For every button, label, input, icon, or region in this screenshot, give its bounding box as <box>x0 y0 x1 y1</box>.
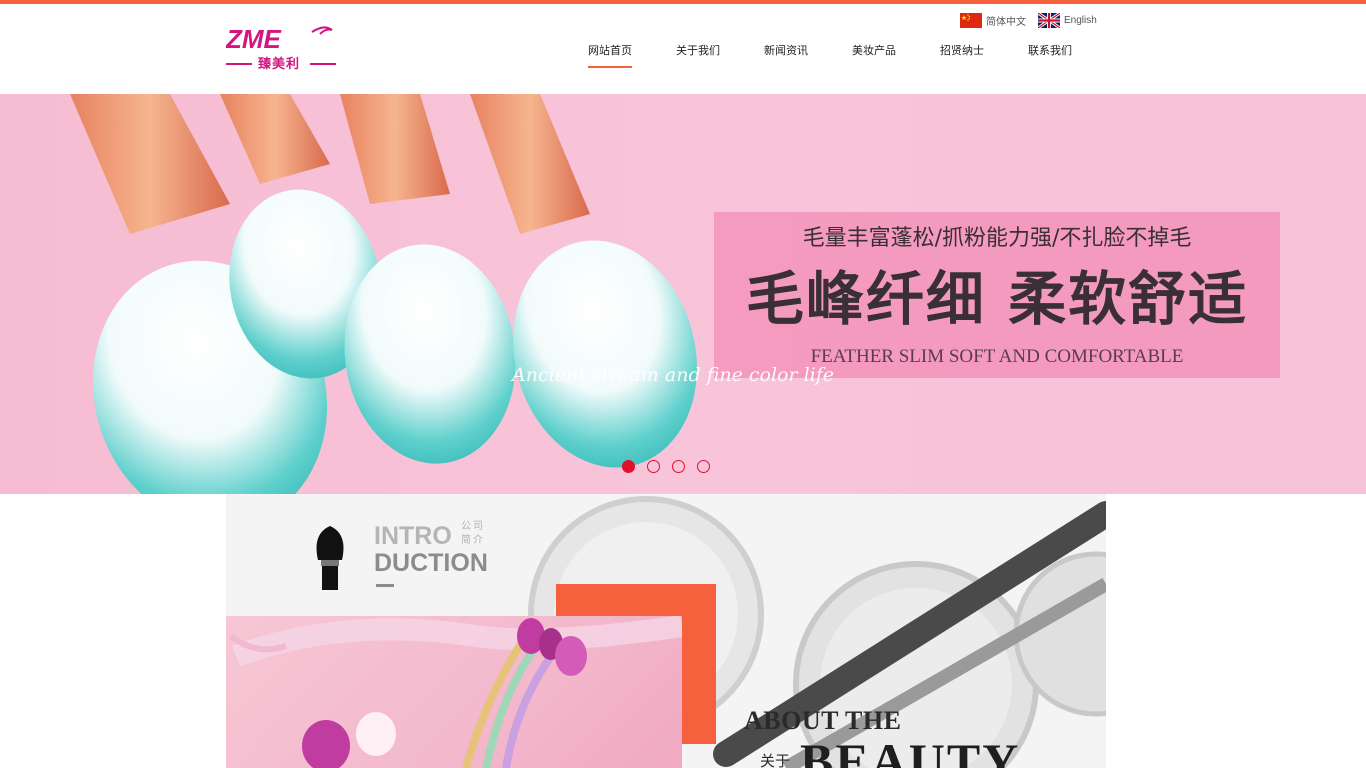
intro-section: INTRO DUCTION 公司简介 ABOUT THE 关于 BEAUTY <box>226 494 1106 768</box>
brush-icon <box>316 526 344 590</box>
logo-divider <box>226 63 252 65</box>
lang-english[interactable]: English <box>1038 13 1097 28</box>
nav-item-news[interactable]: 新闻资讯 <box>742 42 830 70</box>
nav-item-products[interactable]: 美妆产品 <box>830 42 918 70</box>
lang-chinese[interactable]: 简体中文 <box>960 13 1026 28</box>
nav-item-home[interactable]: 网站首页 <box>566 42 654 70</box>
hero-subtitle: 毛量丰富蓬松/抓粉能力强/不扎脸不掉毛 <box>802 226 1192 251</box>
hero-script-text: Ancient stream and fine color life <box>512 364 835 386</box>
nav-item-careers[interactable]: 招贤纳士 <box>918 42 1006 70</box>
intro-title-line1: INTRO <box>374 522 452 550</box>
lang-chinese-label: 简体中文 <box>986 17 1026 28</box>
intro-title-cn: 公司简介 <box>461 521 485 546</box>
slider-dot-4[interactable] <box>697 460 710 473</box>
logo-name: 臻美利 <box>258 57 301 72</box>
logo-divider <box>310 63 336 65</box>
slider-dots <box>622 460 710 473</box>
intro-photo <box>226 616 682 768</box>
site-header: ZME 臻美利 简体中文 English 网站首页 关于我们 新闻资讯 美妆产品… <box>0 4 1366 94</box>
lang-english-label: English <box>1064 15 1097 26</box>
nav-item-contact[interactable]: 联系我们 <box>1006 42 1094 70</box>
hero-title: 毛峰纤细 柔软舒适 <box>745 265 1249 333</box>
china-flag-icon <box>960 13 982 28</box>
hero-banner: 毛量丰富蓬松/抓粉能力强/不扎脸不掉毛 毛峰纤细 柔软舒适 FEATHER SL… <box>0 94 1366 494</box>
hero-caption: 毛量丰富蓬松/抓粉能力强/不扎脸不掉毛 毛峰纤细 柔软舒适 FEATHER SL… <box>714 212 1280 378</box>
intro-title-line2: DUCTION <box>374 549 488 577</box>
makeup-brushes-image <box>70 94 697 494</box>
main-nav: 网站首页 关于我们 新闻资讯 美妆产品 招贤纳士 联系我们 <box>566 42 1094 70</box>
nav-item-about[interactable]: 关于我们 <box>654 42 742 70</box>
slider-dot-1[interactable] <box>622 460 635 473</box>
uk-flag-icon <box>1038 13 1060 28</box>
intro-dash <box>376 584 394 587</box>
slider-dot-3[interactable] <box>672 460 685 473</box>
logo[interactable]: ZME 臻美利 <box>226 24 336 74</box>
about-big-text: BEAUTY <box>800 733 1021 768</box>
logo-mark-icon: ZME <box>226 24 333 52</box>
logo-letters: ZME <box>226 24 282 52</box>
about-cn: 关于 <box>760 752 791 768</box>
slider-dot-2[interactable] <box>647 460 660 473</box>
mermaid-brushes-image <box>229 616 682 768</box>
